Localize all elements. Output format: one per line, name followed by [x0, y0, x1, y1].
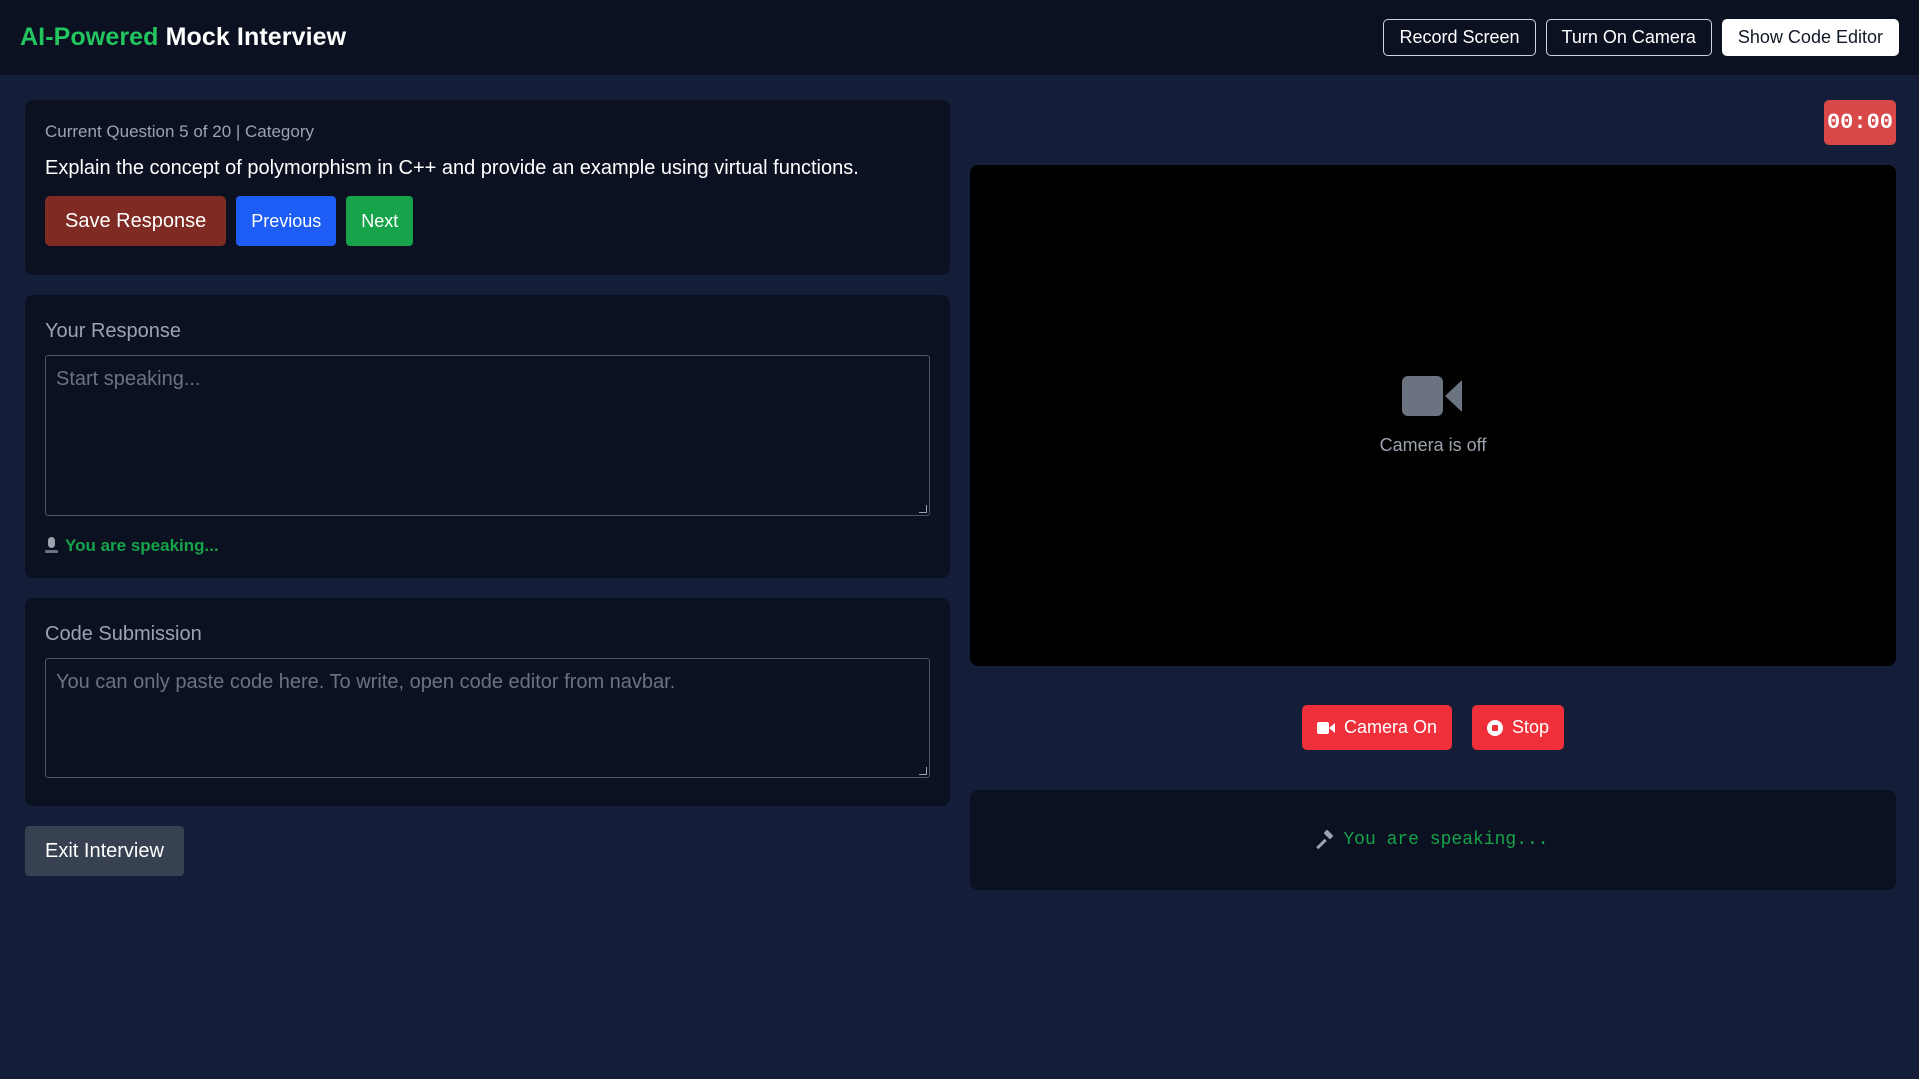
question-text: Explain the concept of polymorphism in C…	[45, 157, 859, 179]
question-card: Current Question 5 of 20 | Category Expl…	[25, 100, 950, 275]
speaking-panel-text: You are speaking...	[1343, 830, 1549, 850]
timer: 00:00	[1824, 100, 1896, 145]
response-label: Your Response	[45, 320, 182, 342]
app-title-accent: AI-Powered	[20, 23, 159, 51]
show-code-editor-button[interactable]: Show Code Editor	[1721, 19, 1899, 56]
code-submission-label: Code Submission	[45, 623, 202, 645]
camera-on-button[interactable]: Camera On	[1301, 705, 1452, 750]
turn-on-camera-button[interactable]: Turn On Camera	[1545, 19, 1712, 56]
camera-on-label: Camera On	[1343, 717, 1437, 737]
navbar-actions: Record Screen Turn On Camera Show Code E…	[1383, 19, 1899, 56]
response-card: Your Response Start speaking... You are …	[25, 295, 950, 578]
code-submission-card: Code Submission You can only paste code …	[25, 598, 950, 806]
camera-off-text: Camera is off	[1379, 435, 1487, 455]
hammer-icon	[1316, 829, 1334, 850]
stop-button[interactable]: Stop	[1472, 705, 1565, 750]
record-screen-button[interactable]: Record Screen	[1383, 19, 1536, 56]
app-title-rest: Mock Interview	[165, 23, 347, 51]
app-title: AI-Powered Mock Interview	[20, 23, 346, 52]
resize-handle[interactable]	[919, 505, 927, 513]
resize-handle[interactable]	[919, 767, 927, 775]
response-textarea[interactable]: Start speaking...	[45, 355, 930, 516]
stop-label: Stop	[1512, 717, 1550, 737]
response-placeholder: Start speaking...	[56, 368, 201, 390]
save-response-button[interactable]: Save Response	[45, 196, 227, 246]
microphone-icon	[45, 537, 58, 555]
camera-controls: Camera On Stop	[970, 705, 1896, 750]
speaking-status: You are speaking...	[45, 536, 930, 556]
speaking-panel: You are speaking...	[970, 790, 1896, 890]
code-placeholder: You can only paste code here. To write, …	[56, 671, 676, 693]
stop-icon	[1487, 719, 1503, 736]
code-textarea[interactable]: You can only paste code here. To write, …	[45, 658, 930, 778]
question-actions: Save Response Previous Next	[45, 196, 930, 246]
video-preview: Camera is off	[970, 165, 1896, 666]
previous-button[interactable]: Previous	[236, 196, 337, 246]
video-camera-icon	[1316, 721, 1335, 734]
question-meta: Current Question 5 of 20 | Category	[45, 122, 315, 141]
exit-interview-button[interactable]: Exit Interview	[25, 826, 184, 876]
speaking-status-text: You are speaking...	[65, 536, 219, 555]
next-button[interactable]: Next	[346, 196, 414, 246]
navbar: AI-Powered Mock Interview Record Screen …	[0, 0, 1919, 75]
video-camera-icon	[1402, 375, 1464, 417]
